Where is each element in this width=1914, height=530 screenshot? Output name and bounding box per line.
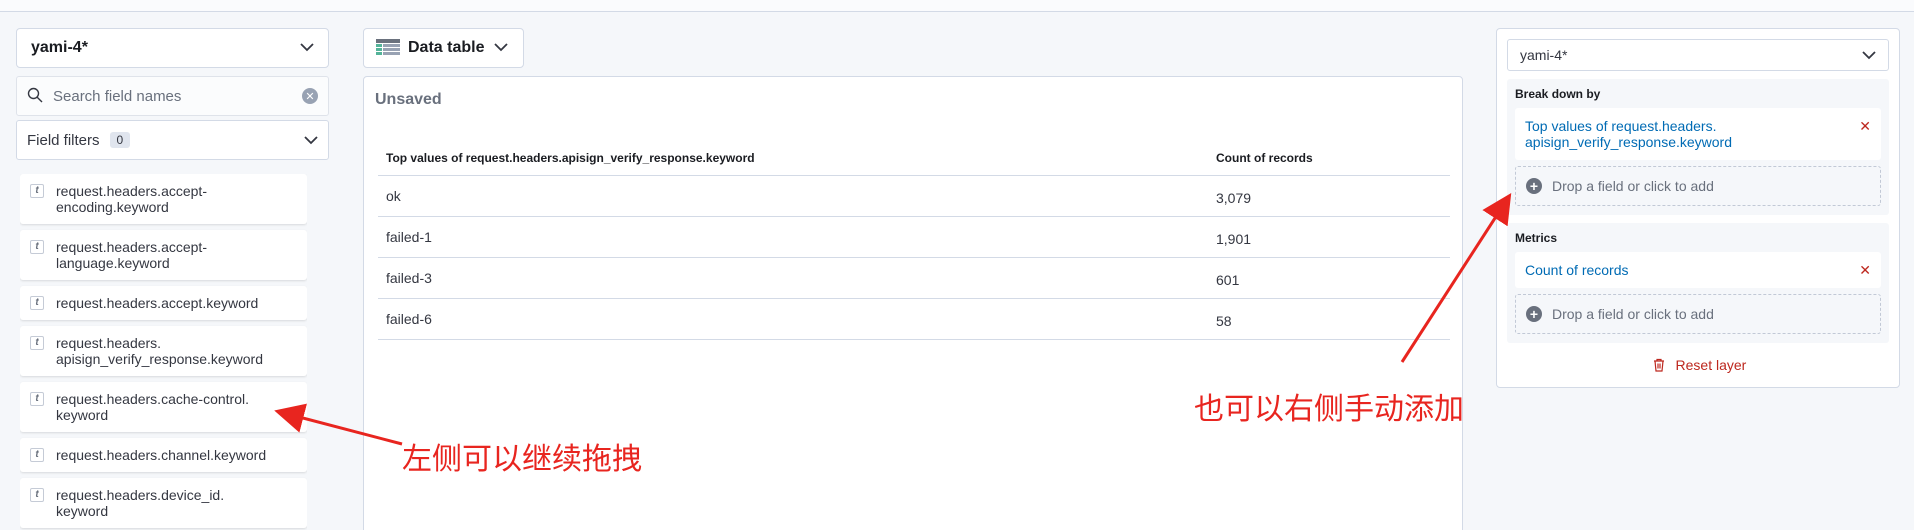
left-annotation: 左侧可以继续拖拽	[402, 442, 642, 477]
arrow-left	[274, 403, 403, 446]
annotation-arrows	[274, 192, 1512, 446]
right-annotation: 也可以右侧手动添加	[1194, 392, 1464, 427]
arrow-right	[1400, 192, 1512, 363]
